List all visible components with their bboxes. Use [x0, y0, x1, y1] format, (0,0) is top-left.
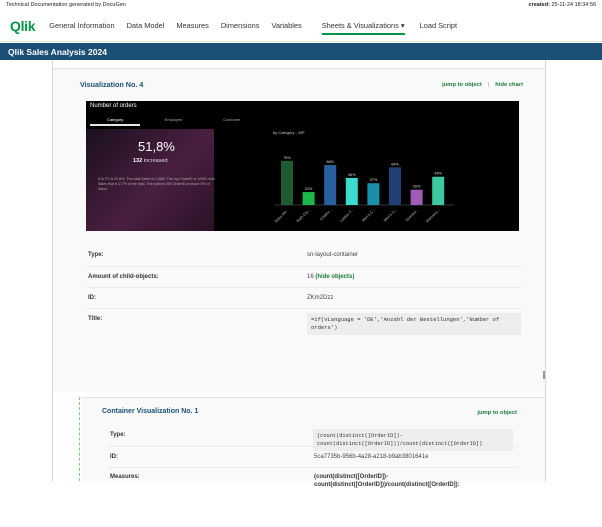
- container-id-value: 5ca7735b-956b-4a28-a218-b9ab3801641e: [314, 454, 429, 460]
- bar-5[interactable]: [389, 167, 401, 205]
- kpi-description: A to P1 is 51.8%. The total Sales is 1,5…: [98, 177, 215, 192]
- row-type: Type: sn-layout-container: [86, 246, 522, 266]
- top-nav: Qlik General Information Data Model Meas…: [0, 10, 602, 42]
- category-label-7: Womens...: [425, 208, 441, 224]
- bar-value-label-5: 64%: [391, 162, 399, 166]
- title-label: Title:: [88, 316, 103, 322]
- title-code: =if(vLanguage = 'DE','Anzahl der Bestell…: [307, 313, 521, 335]
- row-id: ID: ZKm2Dzz: [86, 287, 522, 308]
- nav-load-script[interactable]: Load Script: [420, 18, 457, 33]
- category-label-1: Bath Clo...: [296, 208, 311, 223]
- created-value: 25-11-24 18:34:56: [551, 2, 596, 8]
- container-id-label: ID:: [110, 454, 118, 460]
- id-value: ZKm2Dzz: [307, 295, 334, 301]
- category-label-4: Men's C...: [361, 208, 376, 223]
- measures-bold: (count(distinct([OrderID])- count(distin…: [314, 473, 460, 489]
- bar-value-label-4: 37%: [370, 178, 378, 182]
- preview-tab-employee[interactable]: Employee: [144, 115, 202, 125]
- tree-guide-line: [79, 397, 80, 481]
- bar-value-label-2: 68%: [326, 160, 334, 164]
- child-objects-label: Amount of child-objects:: [88, 274, 159, 280]
- category-label-6: Sportsw...: [405, 208, 420, 223]
- measures-label: Measures:: [110, 474, 140, 480]
- top-strip: Technical Documentation generated by Doc…: [0, 0, 602, 10]
- bar-0[interactable]: [281, 160, 293, 205]
- category-label-2: Childre...: [319, 208, 333, 222]
- hide-objects-link[interactable]: (hide objects): [315, 274, 354, 280]
- bar-4[interactable]: [367, 183, 380, 205]
- category-label-0: Baby ele...: [274, 208, 290, 224]
- kpi-count: 132: [133, 158, 143, 164]
- bar-chart: 75% Baby ele... 22% Bath Clo... 68% Childre..…: [274, 156, 454, 224]
- measures-code: (count(distinct([OrderID])- count(distin…: [313, 429, 513, 451]
- bar-value-label-1: 22%: [305, 187, 313, 191]
- kpi-subtext: 132 increased: [133, 158, 168, 164]
- measures-code-line-2: count(distinct([OrderID]))/count(distinc…: [317, 441, 483, 447]
- chart-preview: Number of orders Category Employee Custo…: [86, 101, 519, 231]
- scroll-marker[interactable]: [543, 371, 545, 379]
- container-type-label: Type:: [110, 432, 126, 438]
- kpi-panel: 51,8% 132 increased A to P1 is 51.8%. Th…: [86, 129, 215, 231]
- child-objects-count: 16: [307, 274, 314, 280]
- visualization-card: Visualization No. 4 jump to object | hid…: [53, 68, 545, 392]
- bar-2[interactable]: [324, 164, 337, 205]
- kpi-value: 51,8%: [138, 139, 175, 154]
- bar-1[interactable]: [302, 192, 315, 205]
- row-child-objects: Amount of child-objects: 16 (hide object…: [86, 266, 522, 287]
- nav-data-model[interactable]: Data Model: [127, 18, 165, 33]
- row-title: Title: =if(vLanguage = 'DE','Anzahl der …: [86, 308, 522, 336]
- title-code-line-1: =if(vLanguage = 'DE','Anzahl der Bestell…: [311, 316, 500, 323]
- card-links: jump to object | hide chart: [442, 82, 523, 88]
- bar-value-label-0: 75%: [283, 156, 291, 160]
- preview-tab-customer[interactable]: Customer: [203, 115, 261, 125]
- preview-title: Number of orders: [90, 103, 137, 109]
- link-separator: |: [487, 82, 490, 88]
- nav-measures[interactable]: Measures: [176, 18, 208, 33]
- qlik-logo[interactable]: Qlik: [10, 18, 36, 34]
- bar-value-label-7: 48%: [434, 172, 442, 176]
- measures-bold-line-1: (count(distinct([OrderID])-: [314, 474, 388, 480]
- child-objects-value: 16 (hide objects): [307, 274, 354, 280]
- container-jump-link[interactable]: jump to object: [477, 410, 517, 416]
- kpi-suffix: increased: [143, 158, 168, 164]
- preview-tabs: Category Employee Customer: [86, 115, 261, 125]
- jump-to-object-link[interactable]: jump to object: [442, 82, 482, 88]
- nav-general-information[interactable]: General Information: [49, 18, 114, 33]
- nav-sheets-visualizations[interactable]: Sheets & Visualizations ▾: [321, 18, 405, 35]
- created-label: created:: [528, 2, 550, 8]
- hide-chart-link[interactable]: hide chart: [495, 82, 523, 88]
- nav-dimensions[interactable]: Dimensions: [221, 18, 260, 33]
- bar-chart-area: by Category - WP 75% Baby ele... 22% Bath C…: [219, 129, 519, 231]
- category-label-5: Men's S...: [383, 208, 398, 223]
- measures-bold-line-2: count(distinct([OrderID]))/count(distinc…: [314, 482, 460, 488]
- category-label-3: Ladies F...: [339, 208, 354, 223]
- type-value: sn-layout-container: [307, 252, 359, 258]
- app-title: Qlik Sales Analysis 2024: [8, 46, 107, 57]
- id-label: ID:: [88, 295, 96, 301]
- container-title: Container Visualization No. 1: [102, 408, 199, 415]
- bar-value-label-3: 46%: [348, 173, 356, 177]
- bar-6[interactable]: [410, 189, 423, 205]
- type-label: Type:: [88, 252, 104, 258]
- content-panel: Visualization No. 4 jump to object | hid…: [52, 60, 546, 488]
- generated-by-text: Technical Documentation generated by Doc…: [6, 2, 126, 8]
- bar-3[interactable]: [345, 177, 358, 205]
- nav-variables[interactable]: Variables: [271, 18, 301, 33]
- measures-code-line-1: (count(distinct([OrderID])-: [317, 433, 403, 439]
- bar-7[interactable]: [432, 176, 445, 205]
- title-code-line-2: orders'): [311, 324, 338, 331]
- bar-value-label-6: 26%: [413, 185, 421, 189]
- container-row-measures: Measures: (count(distinct([OrderID])- co…: [108, 467, 518, 527]
- visualization-title: Visualization No. 4: [80, 80, 144, 89]
- preview-tab-category[interactable]: Category: [86, 115, 144, 125]
- created-info: created: 25-11-24 18:34:56: [529, 2, 596, 8]
- app-title-bar: Qlik Sales Analysis 2024: [0, 43, 602, 60]
